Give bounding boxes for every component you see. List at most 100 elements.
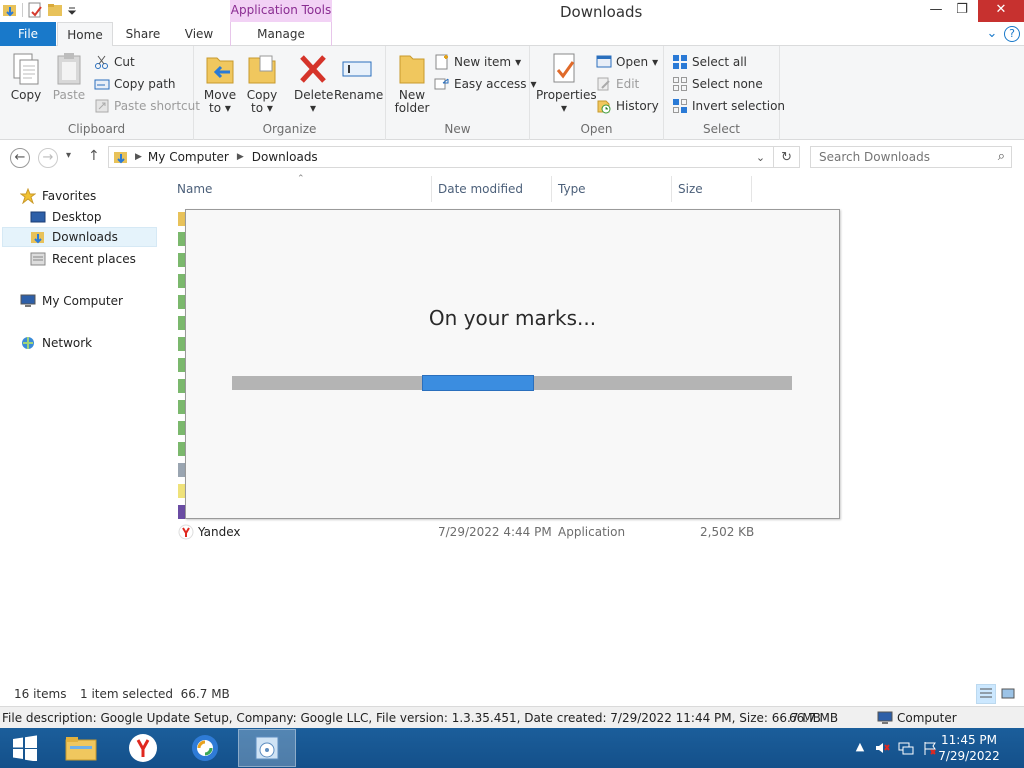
new-item-button[interactable]: New item ▾ — [434, 52, 521, 72]
new-folder-icon[interactable] — [47, 2, 63, 18]
new-folder-icon — [396, 52, 428, 86]
select-group: Select all Select none Invert selection … — [664, 46, 785, 140]
properties-button[interactable]: Properties ▾ — [536, 52, 597, 115]
search-icon[interactable]: ⌕ — [998, 149, 1005, 164]
tab-file[interactable]: File — [0, 22, 56, 46]
close-button[interactable]: ✕ — [978, 0, 1024, 22]
recent-places-icon — [30, 251, 46, 267]
back-button[interactable]: ← — [10, 148, 30, 168]
folder-down-icon[interactable] — [2, 2, 18, 18]
select-all-button[interactable]: Select all — [672, 52, 747, 72]
nav-my-computer[interactable]: My Computer — [20, 291, 123, 311]
nav-desktop-label: Desktop — [52, 210, 102, 224]
refresh-icon[interactable]: ↻ — [774, 150, 799, 165]
up-arrow-icon[interactable]: ↑ — [88, 148, 100, 164]
copy-to-button[interactable]: Copy to ▾ — [244, 52, 280, 115]
downloads-folder-icon — [113, 149, 129, 165]
column-divider[interactable] — [551, 176, 552, 202]
chevron-down-icon[interactable] — [67, 2, 77, 18]
copy-icon — [10, 52, 42, 86]
expand-ribbon-icon[interactable]: ⌄ — [984, 26, 1000, 42]
nav-downloads[interactable]: Downloads — [2, 227, 157, 247]
nav-favorites-label: Favorites — [42, 189, 97, 203]
edit-pencil-icon — [596, 76, 612, 92]
cut-button[interactable]: Cut — [94, 52, 135, 72]
taskbar-chrome-installer[interactable] — [176, 729, 234, 767]
easy-access-label: Easy access — [454, 77, 527, 91]
address-bar[interactable]: ▶ My Computer ▶ Downloads ⌄ ↻ — [108, 146, 800, 168]
restore-button[interactable]: ❐ — [946, 0, 978, 22]
column-header-date-modified[interactable]: Date modified — [438, 182, 523, 196]
ribbon: Copy Paste Cut Copy path Paste shortcut … — [0, 46, 1024, 140]
file-size: 2,502 KB — [700, 525, 755, 539]
taskbar-installer-active[interactable] — [238, 729, 296, 767]
application-tools-label: Application Tools — [230, 0, 332, 22]
details-view-button[interactable] — [976, 684, 996, 704]
address-dropdown-icon[interactable]: ⌄ — [756, 151, 765, 164]
easy-access-button[interactable]: Easy access ▾ — [434, 74, 537, 94]
google-update-icon — [192, 735, 218, 761]
properties-icon[interactable] — [27, 2, 43, 18]
column-header-type[interactable]: Type — [558, 182, 586, 196]
star-icon — [19, 187, 37, 205]
installer-dialog[interactable]: On your marks... — [185, 209, 840, 519]
nav-network[interactable]: Network — [20, 333, 92, 353]
column-divider[interactable] — [671, 176, 672, 202]
start-button[interactable] — [0, 729, 50, 767]
move-to-button[interactable]: Move to ▾ — [202, 52, 238, 115]
paste-shortcut-icon — [94, 98, 110, 114]
nav-recent-places[interactable]: Recent places — [30, 249, 136, 269]
file-row-yandex[interactable]: Yandex 7/29/2022 4:44 PM Application 2,5… — [172, 522, 832, 542]
new-group: New folder New item ▾ Easy access ▾ New — [386, 46, 537, 140]
nav-desktop[interactable]: Desktop — [30, 207, 102, 227]
paste-shortcut-button[interactable]: Paste shortcut — [94, 96, 200, 116]
tab-view[interactable]: View — [178, 22, 220, 46]
clock-time: 11:45 PM — [941, 733, 997, 747]
copy-path-button[interactable]: Copy path — [94, 74, 176, 94]
status-bar: 16 items 1 item selected 66.7 MB — [0, 682, 1024, 706]
delete-button[interactable]: Delete ▾ — [294, 52, 333, 115]
rename-button[interactable]: Rename — [334, 52, 383, 102]
new-folder-button[interactable]: New folder — [394, 52, 430, 115]
open-button[interactable]: Open ▾ — [596, 52, 658, 72]
network-icon — [20, 335, 36, 351]
copy-to-label-2: to — [251, 101, 264, 115]
title-bar: Application Tools Downloads — ❐ ✕ — [0, 0, 1024, 24]
tab-home[interactable]: Home — [57, 22, 113, 47]
tab-manage[interactable]: Manage — [230, 22, 332, 46]
select-none-button[interactable]: Select none — [672, 74, 763, 94]
move-to-label-2: to — [209, 101, 222, 115]
taskbar-file-explorer[interactable] — [52, 729, 110, 767]
edit-button[interactable]: Edit — [596, 74, 639, 94]
column-header-size[interactable]: Size — [678, 182, 703, 196]
forward-button[interactable]: → — [38, 148, 58, 168]
copy-button[interactable]: Copy — [6, 52, 46, 102]
taskbar-yandex[interactable] — [114, 729, 172, 767]
select-none-icon — [672, 76, 688, 92]
breadcrumb-downloads[interactable]: Downloads — [252, 150, 318, 164]
column-divider[interactable] — [751, 176, 752, 202]
volume-muted-icon[interactable] — [874, 740, 890, 756]
invert-selection-button[interactable]: Invert selection — [672, 96, 785, 116]
breadcrumb-my-computer[interactable]: My Computer — [148, 150, 229, 164]
large-icons-view-button[interactable] — [998, 684, 1018, 704]
ribbon-tabs: File Home Share View Manage — [0, 22, 1024, 47]
selection-info: 1 item selected 66.7 MB — [80, 687, 230, 701]
column-divider[interactable] — [431, 176, 432, 202]
paste-button[interactable]: Paste — [50, 52, 88, 102]
history-button[interactable]: History — [596, 96, 659, 116]
recent-locations-chevron-icon[interactable]: ▾ — [66, 150, 71, 161]
help-icon[interactable]: ? — [1004, 26, 1020, 42]
search-input[interactable] — [811, 147, 981, 167]
taskbar-clock[interactable]: 11:45 PM 7/29/2022 — [934, 732, 1004, 764]
select-all-label: Select all — [692, 55, 747, 69]
clipboard-group: Copy Paste Cut Copy path Paste shortcut … — [0, 46, 200, 140]
move-to-label: Move — [203, 88, 237, 102]
column-header-name[interactable]: Name — [177, 182, 212, 196]
dropdown-arrow-icon: ▾ — [515, 55, 522, 69]
nav-favorites[interactable]: Favorites — [19, 186, 97, 206]
network-tray-icon[interactable] — [898, 740, 914, 756]
navigation-bar: ← → ▾ ↑ ▶ My Computer ▶ Downloads ⌄ ↻ ⌕ — [0, 140, 1024, 174]
show-hidden-icons-chevron-icon[interactable]: ▲ — [852, 740, 868, 756]
tab-share[interactable]: Share — [120, 22, 166, 46]
